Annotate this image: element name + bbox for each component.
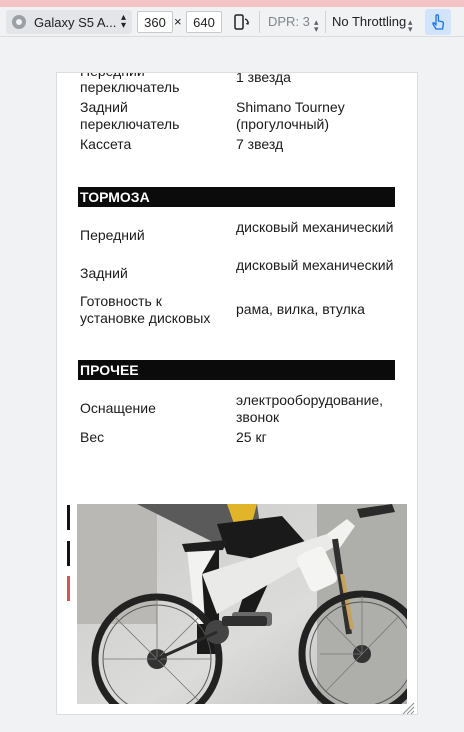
width-input[interactable]: 360	[137, 11, 173, 33]
device-name: Galaxy S5 A...	[34, 14, 117, 30]
section-header-other: ПРОЧЕЕ	[78, 360, 395, 380]
product-photo	[77, 504, 407, 704]
spec-value: 1 звезда	[236, 73, 291, 85]
spec-row: Кассета 7 звезд	[80, 136, 400, 154]
spec-value: 25 кг	[236, 429, 267, 445]
gallery-indicator-active[interactable]	[67, 576, 70, 601]
spec-row: Оснащение электрооборудование, звонок	[80, 392, 400, 426]
device-select[interactable]: Galaxy S5 A... ▴ ▾	[6, 10, 132, 34]
spec-row: Вес 25 кг	[80, 429, 400, 447]
throttling-select[interactable]: No Throttling	[332, 14, 406, 29]
spec-row-front-derailleur: Передний переключатель 1 звезда	[80, 73, 400, 101]
resize-handle-icon[interactable]	[399, 699, 415, 715]
toolbar-divider	[259, 11, 260, 33]
device-toolbar: Galaxy S5 A... ▴ ▾ 360 × 640 DPR: 3 ▴ ▾ No…	[0, 7, 464, 37]
rotate-icon[interactable]	[232, 13, 250, 31]
bike-image	[77, 504, 407, 704]
chrome-icon	[12, 15, 26, 29]
spec-value: 7 звезд	[236, 136, 284, 152]
spec-key: Оснащение	[80, 400, 156, 416]
gallery-indicator[interactable]	[67, 541, 70, 566]
spec-value: электрооборудование, звонок	[236, 392, 384, 425]
spec-row: Готовность к установке дисковых рама, ви…	[80, 293, 400, 327]
top-accent-bar	[0, 0, 464, 7]
select-caret-icon: ▴ ▾	[120, 12, 126, 31]
spec-value: рама, вилка, втулка	[236, 301, 365, 317]
spec-key: переключатель	[80, 79, 180, 95]
spec-key: Кассета	[80, 136, 132, 152]
height-input[interactable]: 640	[186, 11, 222, 33]
spec-key: Готовность к установке дисковых	[80, 293, 211, 326]
spec-row: Задний дисковый механический	[80, 257, 400, 291]
spec-key: Передний	[80, 227, 145, 243]
gallery-indicator[interactable]	[67, 505, 70, 530]
dimension-separator: ×	[174, 14, 182, 29]
toolbar-divider	[325, 11, 326, 33]
touch-icon	[432, 14, 445, 30]
touch-mode-button[interactable]	[425, 9, 451, 35]
dpr-caret-icon: ▴ ▾	[314, 17, 319, 34]
device-viewport: Передний переключатель 1 звезда Задний п…	[57, 73, 417, 714]
spec-value: Shimano Tourney (прогулочный)	[236, 99, 345, 132]
section-header-brakes: ТОРМОЗА	[78, 187, 395, 207]
spec-key: Задний	[80, 265, 128, 281]
spec-value: дисковый механический	[236, 257, 394, 273]
spec-key: Задний переключатель	[80, 99, 180, 132]
spec-value: дисковый механический	[236, 219, 394, 235]
throttling-caret-icon: ▴ ▾	[408, 17, 413, 34]
spec-row: Передний дисковый механический	[80, 219, 400, 253]
spec-row: Задний переключатель Shimano Tourney (пр…	[80, 99, 400, 133]
dpr-select[interactable]: DPR: 3	[268, 14, 310, 29]
spec-key: Вес	[80, 429, 105, 445]
